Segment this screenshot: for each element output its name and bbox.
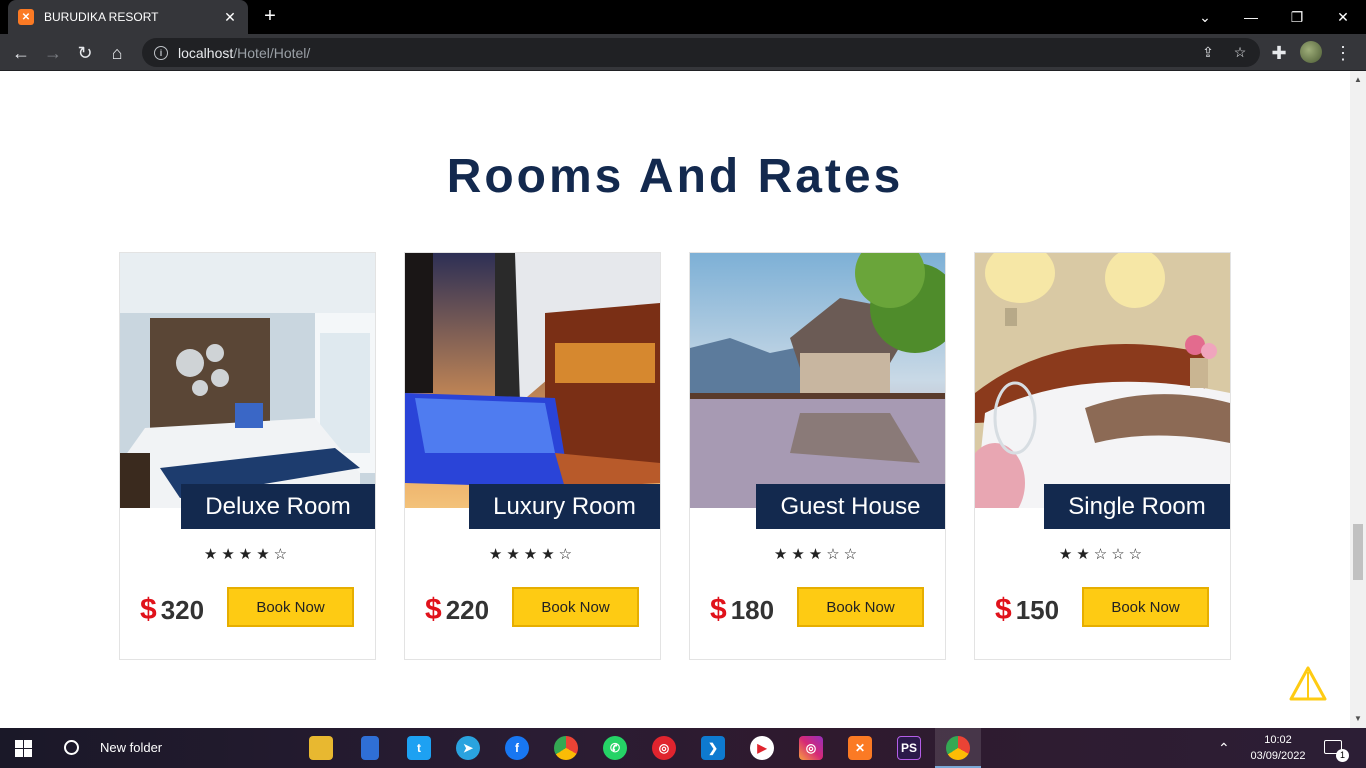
back-icon[interactable]: ← — [8, 40, 34, 66]
restore-button[interactable]: ❐ — [1274, 0, 1320, 34]
facebook-icon[interactable]: f — [505, 736, 529, 760]
price-amount: 320 — [160, 594, 205, 625]
xampp-icon: ✕ — [18, 9, 34, 25]
xampp-icon[interactable]: ✕ — [848, 736, 872, 760]
extensions-icon[interactable]: ✚ — [1266, 40, 1292, 66]
book-now-button[interactable]: Book Now — [1082, 587, 1209, 627]
url-host: localhost — [178, 44, 234, 61]
room-card-single: Single Room ★★☆☆☆ $ 150 Book Now — [974, 252, 1231, 660]
system-clock[interactable]: 10:02 03/09/2022 — [1246, 732, 1310, 764]
browser-tab-bar: ✕ BURUDIKA RESORT ✕ + ⌄ — ❐ ✕ — [0, 0, 1366, 34]
book-now-button[interactable]: Book Now — [512, 587, 639, 627]
room-name: Guest House — [756, 484, 945, 529]
tab-search-icon[interactable]: ⌄ — [1182, 0, 1228, 34]
room-price: $ 220 — [425, 593, 489, 627]
menu-icon[interactable]: ⋮ — [1330, 40, 1356, 66]
tab-title: BURUDIKA RESORT — [44, 10, 159, 24]
scroll-down-arrow-icon[interactable]: ▼ — [1350, 712, 1366, 726]
home-icon[interactable]: ⌂ — [104, 40, 130, 66]
clock-time: 10:02 — [1264, 734, 1292, 746]
room-card-deluxe: Deluxe Room ★★★★☆ $ 320 Book Now — [119, 252, 376, 660]
room-name: Single Room — [1044, 484, 1230, 529]
clock-date: 03/09/2022 — [1250, 750, 1306, 762]
windows-taskbar: New folder t ➤ f ✆ ◎ ❯ ▶ ◎ ✕ PS ⌃ 10:02 … — [0, 728, 1366, 768]
search-icon[interactable] — [64, 740, 79, 755]
price-amount: 150 — [1015, 594, 1060, 625]
twitter-icon[interactable]: t — [407, 736, 431, 760]
rating-stars: ★★★★☆ — [488, 546, 577, 563]
currency-symbol: $ — [140, 593, 157, 626]
url-path: /Hotel/Hotel/ — [233, 44, 311, 61]
book-now-button[interactable]: Book Now — [797, 587, 924, 627]
whatsapp-icon[interactable]: ✆ — [603, 736, 627, 760]
phpstorm-icon[interactable]: PS — [897, 736, 921, 760]
room-card-luxury: Luxury Room ★★★★☆ $ 220 Book Now — [404, 252, 661, 660]
room-photo — [120, 253, 375, 508]
forward-icon[interactable]: → — [40, 40, 66, 66]
scroll-up-arrow-icon[interactable]: ▲ — [1350, 73, 1366, 87]
currency-symbol: $ — [710, 593, 727, 626]
address-bar[interactable]: i localhost /Hotel/Hotel/ ⇪ ☆ — [142, 38, 1260, 67]
browser-toolbar: ← → ↻ ⌂ i localhost /Hotel/Hotel/ ⇪ ☆ ✚ … — [0, 34, 1366, 71]
room-name: Luxury Room — [469, 484, 660, 529]
phone-icon[interactable] — [361, 736, 379, 760]
screen-recorder-icon[interactable]: ◎ — [652, 736, 676, 760]
price-amount: 180 — [730, 594, 775, 625]
chevron-up-icon[interactable]: ⌃ — [1218, 740, 1230, 757]
room-price: $ 150 — [995, 593, 1059, 627]
browser-tab[interactable]: ✕ BURUDIKA RESORT ✕ — [8, 0, 248, 34]
scroll-to-top-icon[interactable] — [1289, 666, 1327, 702]
scroll-thumb[interactable] — [1353, 524, 1363, 580]
notification-badge: 1 — [1336, 749, 1349, 762]
share-icon[interactable]: ⇪ — [1198, 44, 1218, 62]
chrome-active-icon[interactable] — [946, 736, 970, 760]
room-card-guest-house: Guest House ★★★☆☆ $ 180 Book Now — [689, 252, 946, 660]
room-name: Deluxe Room — [181, 484, 375, 529]
vscode-icon[interactable]: ❯ — [701, 736, 725, 760]
telegram-icon[interactable]: ➤ — [456, 736, 480, 760]
chrome-icon[interactable] — [554, 736, 578, 760]
video-player-icon[interactable]: ▶ — [750, 736, 774, 760]
bookmark-star-icon[interactable]: ☆ — [1230, 44, 1250, 62]
info-icon[interactable]: i — [154, 45, 168, 60]
section-title: Rooms And Rates — [446, 150, 904, 203]
rating-stars: ★★☆☆☆ — [1058, 546, 1147, 563]
search-label[interactable]: New folder — [100, 740, 162, 755]
reload-icon[interactable]: ↻ — [72, 40, 98, 66]
page-scrollbar[interactable]: ▲ ▼ — [1350, 71, 1366, 728]
instagram-icon[interactable]: ◎ — [799, 736, 823, 760]
rating-stars: ★★★★☆ — [203, 546, 292, 563]
new-tab-button[interactable]: + — [258, 5, 282, 29]
file-explorer-icon[interactable] — [309, 736, 333, 760]
profile-avatar[interactable] — [1300, 41, 1322, 63]
rating-stars: ★★★☆☆ — [773, 546, 862, 563]
close-window-button[interactable]: ✕ — [1320, 0, 1366, 34]
room-photo — [690, 253, 945, 508]
currency-symbol: $ — [995, 593, 1012, 626]
room-photo — [405, 253, 660, 508]
room-photo — [975, 253, 1230, 508]
page-content: Rooms And Rates Deluxe Room ★★★★☆ $ 320 … — [0, 71, 1350, 728]
price-amount: 220 — [445, 594, 490, 625]
room-price: $ 320 — [140, 593, 204, 627]
minimize-button[interactable]: — — [1228, 0, 1274, 34]
book-now-button[interactable]: Book Now — [227, 587, 354, 627]
room-price: $ 180 — [710, 593, 774, 627]
currency-symbol: $ — [425, 593, 442, 626]
windows-start-icon[interactable] — [15, 740, 32, 757]
close-tab-icon[interactable]: ✕ — [222, 9, 238, 26]
